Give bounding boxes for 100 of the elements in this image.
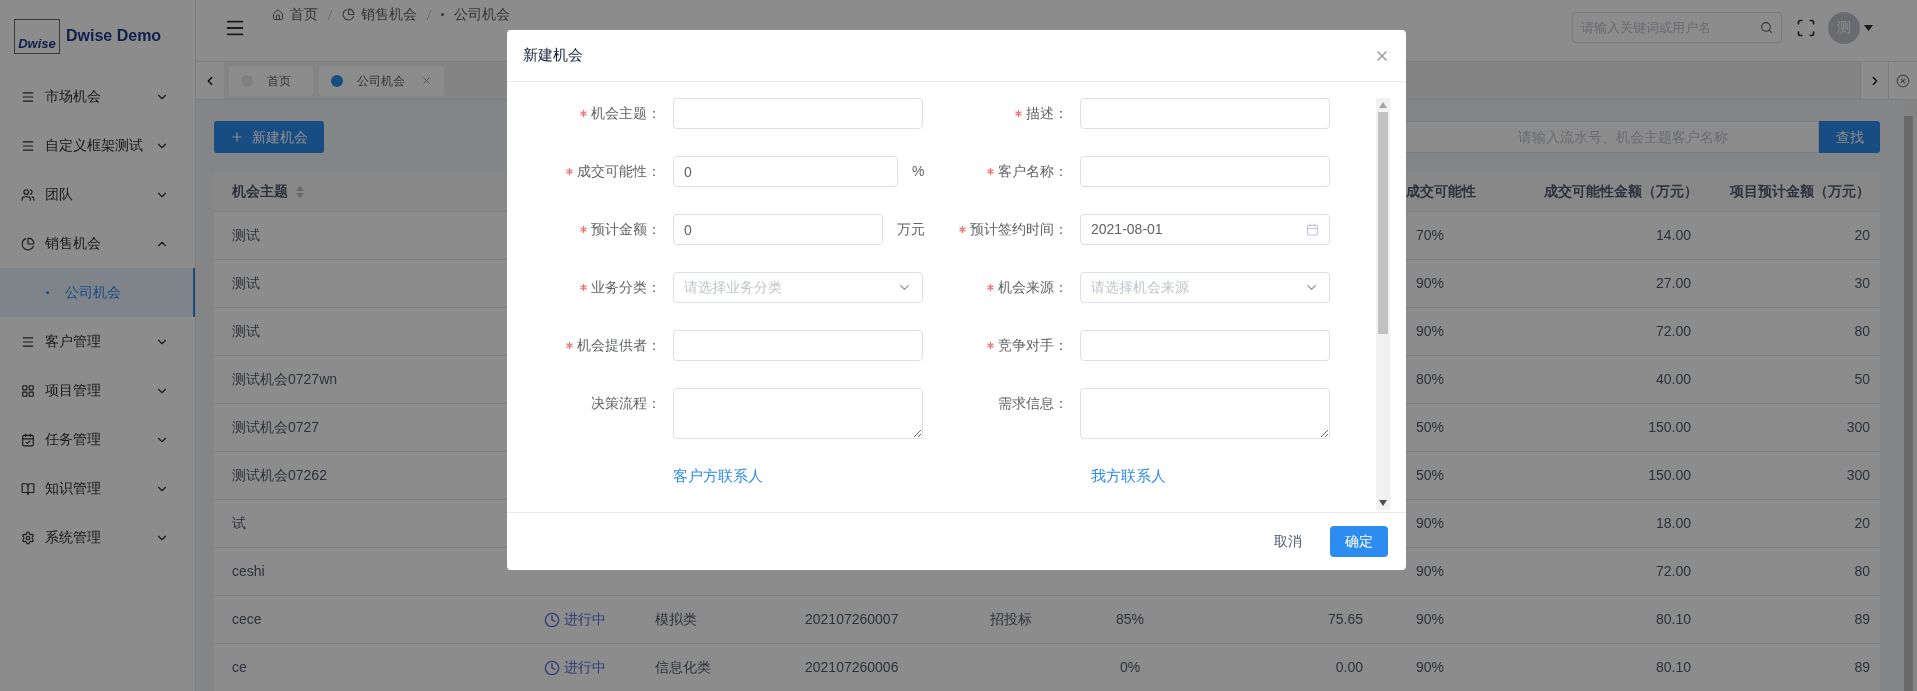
- text-area[interactable]: [673, 388, 923, 439]
- scroll-down-icon[interactable]: [1379, 500, 1387, 506]
- table-cell-text: 80: [1853, 562, 1871, 581]
- menu-icon: [21, 334, 35, 349]
- required-icon: [987, 284, 994, 291]
- table-cell-text: 18.00: [1654, 514, 1692, 533]
- table-cell-text: 300: [1845, 466, 1871, 485]
- scroll-up-icon[interactable]: [1379, 102, 1387, 108]
- search-button[interactable]: 查找: [1819, 121, 1880, 153]
- settings-icon: [21, 530, 35, 545]
- column-header: 机会主题: [232, 182, 288, 201]
- table-cell-text: 27.00: [1654, 274, 1692, 293]
- field-label: 需求信息：: [998, 394, 1068, 413]
- table-cell-text: 50%: [1415, 418, 1446, 437]
- required-icon: [580, 226, 587, 233]
- page-tab[interactable]: 首页: [229, 65, 313, 96]
- sidebar-item[interactable]: 任务管理: [0, 415, 195, 464]
- book-icon: [21, 481, 35, 496]
- table-cell-text: 80%: [1415, 370, 1446, 389]
- contact-link[interactable]: 我方联系人: [1091, 467, 1166, 484]
- table-cell-text: 90%: [1415, 610, 1446, 629]
- caret-down-icon[interactable]: [1864, 24, 1873, 31]
- required-icon: [580, 284, 587, 291]
- date-field[interactable]: 2021-08-01: [1080, 214, 1330, 245]
- sidebar-item[interactable]: 项目管理: [0, 366, 195, 415]
- table-cell-text: cece: [231, 610, 263, 629]
- table-cell-text: 202107260007: [804, 610, 900, 629]
- separator-icon: [327, 8, 333, 21]
- sidebar-item[interactable]: 自定义框架测试: [0, 121, 195, 170]
- table-cell-text: 测试: [231, 322, 261, 341]
- column-header: 成交可能性: [1405, 182, 1477, 201]
- grid-icon: [21, 383, 35, 398]
- table-cell-text: 90%: [1415, 322, 1446, 341]
- menu-icon: [21, 138, 35, 153]
- scrollbar-thumb[interactable]: [1904, 116, 1913, 691]
- required-icon: [959, 226, 966, 233]
- close-all-button[interactable]: [1888, 62, 1917, 99]
- input-field[interactable]: 0: [673, 156, 898, 187]
- contact-link[interactable]: 客户方联系人: [673, 467, 763, 484]
- cancel-button[interactable]: 取消: [1262, 526, 1314, 557]
- input-field[interactable]: 0: [673, 214, 883, 245]
- column-header: 项目预计金额（万元）: [1728, 182, 1871, 201]
- new-opportunity-button[interactable]: 新建机会: [214, 121, 324, 153]
- table-cell-text: 80.10: [1654, 610, 1692, 629]
- sidebar-item[interactable]: 市场机会: [0, 72, 195, 121]
- table-cell-text: 90%: [1415, 274, 1446, 293]
- input-field[interactable]: [1080, 330, 1330, 361]
- home-icon: [272, 8, 284, 21]
- page-tab[interactable]: 公司机会: [319, 65, 444, 96]
- sidebar-item[interactable]: 系统管理: [0, 513, 195, 562]
- plus-icon: [230, 130, 244, 144]
- scroll-right-button[interactable]: [1860, 62, 1888, 99]
- column-header: 成交可能性金额（万元）: [1543, 182, 1699, 201]
- menu-icon: [21, 89, 35, 104]
- breadcrumb-item[interactable]: 首页: [290, 4, 318, 25]
- table-cell-text: 90%: [1415, 514, 1446, 533]
- required-icon: [987, 168, 994, 175]
- confirm-button[interactable]: 确定: [1330, 526, 1388, 557]
- input-field[interactable]: [673, 330, 923, 361]
- table-cell-text: 信息化类: [654, 658, 712, 677]
- table-cell-text: 测试: [231, 226, 261, 245]
- required-icon: [566, 342, 573, 349]
- required-icon: [566, 168, 573, 175]
- breadcrumb-item[interactable]: 公司机会: [454, 4, 510, 25]
- scroll-left-button[interactable]: [196, 62, 224, 99]
- sidebar-item[interactable]: 团队: [0, 170, 195, 219]
- table-cell-text: 测试机会0727: [231, 418, 321, 437]
- table-cell-text: 模拟类: [654, 610, 698, 629]
- table-cell-text: 80: [1853, 322, 1871, 341]
- input-field[interactable]: [673, 98, 923, 129]
- calendar-check-icon: [21, 432, 35, 447]
- app-name: Dwise Demo: [66, 26, 162, 46]
- table-cell-text: 72.00: [1654, 322, 1692, 341]
- sidebar-item[interactable]: 知识管理: [0, 464, 195, 513]
- logo: Dwise: [14, 18, 60, 54]
- table-cell-text: 150.00: [1647, 418, 1692, 437]
- input-field[interactable]: [1080, 156, 1330, 187]
- field-label: 成交可能性：: [577, 162, 661, 181]
- close-icon[interactable]: [421, 75, 432, 86]
- separator-icon: [426, 8, 432, 21]
- table-cell-text: 50%: [1415, 466, 1446, 485]
- field-label: 机会提供者：: [577, 336, 661, 355]
- fullscreen-icon[interactable]: [1796, 17, 1816, 38]
- field-label: 机会来源：: [998, 278, 1068, 297]
- sidebar-item[interactable]: 客户管理: [0, 317, 195, 366]
- table-cell-text: 75.65: [1326, 610, 1364, 629]
- clock-icon: [544, 659, 560, 676]
- input-field[interactable]: [1080, 98, 1330, 129]
- sidebar-item[interactable]: 销售机会: [0, 219, 195, 268]
- sort-icon[interactable]: [296, 185, 304, 198]
- table-cell-text: 招投标: [989, 610, 1033, 629]
- clock-icon: [544, 611, 560, 628]
- pie-chart-icon: [21, 236, 35, 251]
- table-cell-text: 89: [1853, 658, 1871, 677]
- required-icon: [987, 342, 994, 349]
- text-area[interactable]: [1080, 388, 1330, 439]
- pie-chart-icon: [342, 8, 355, 21]
- breadcrumb-item[interactable]: 销售机会: [361, 4, 417, 25]
- sidebar-subitem[interactable]: 公司机会: [0, 268, 195, 317]
- scrollbar-thumb[interactable]: [1378, 112, 1388, 334]
